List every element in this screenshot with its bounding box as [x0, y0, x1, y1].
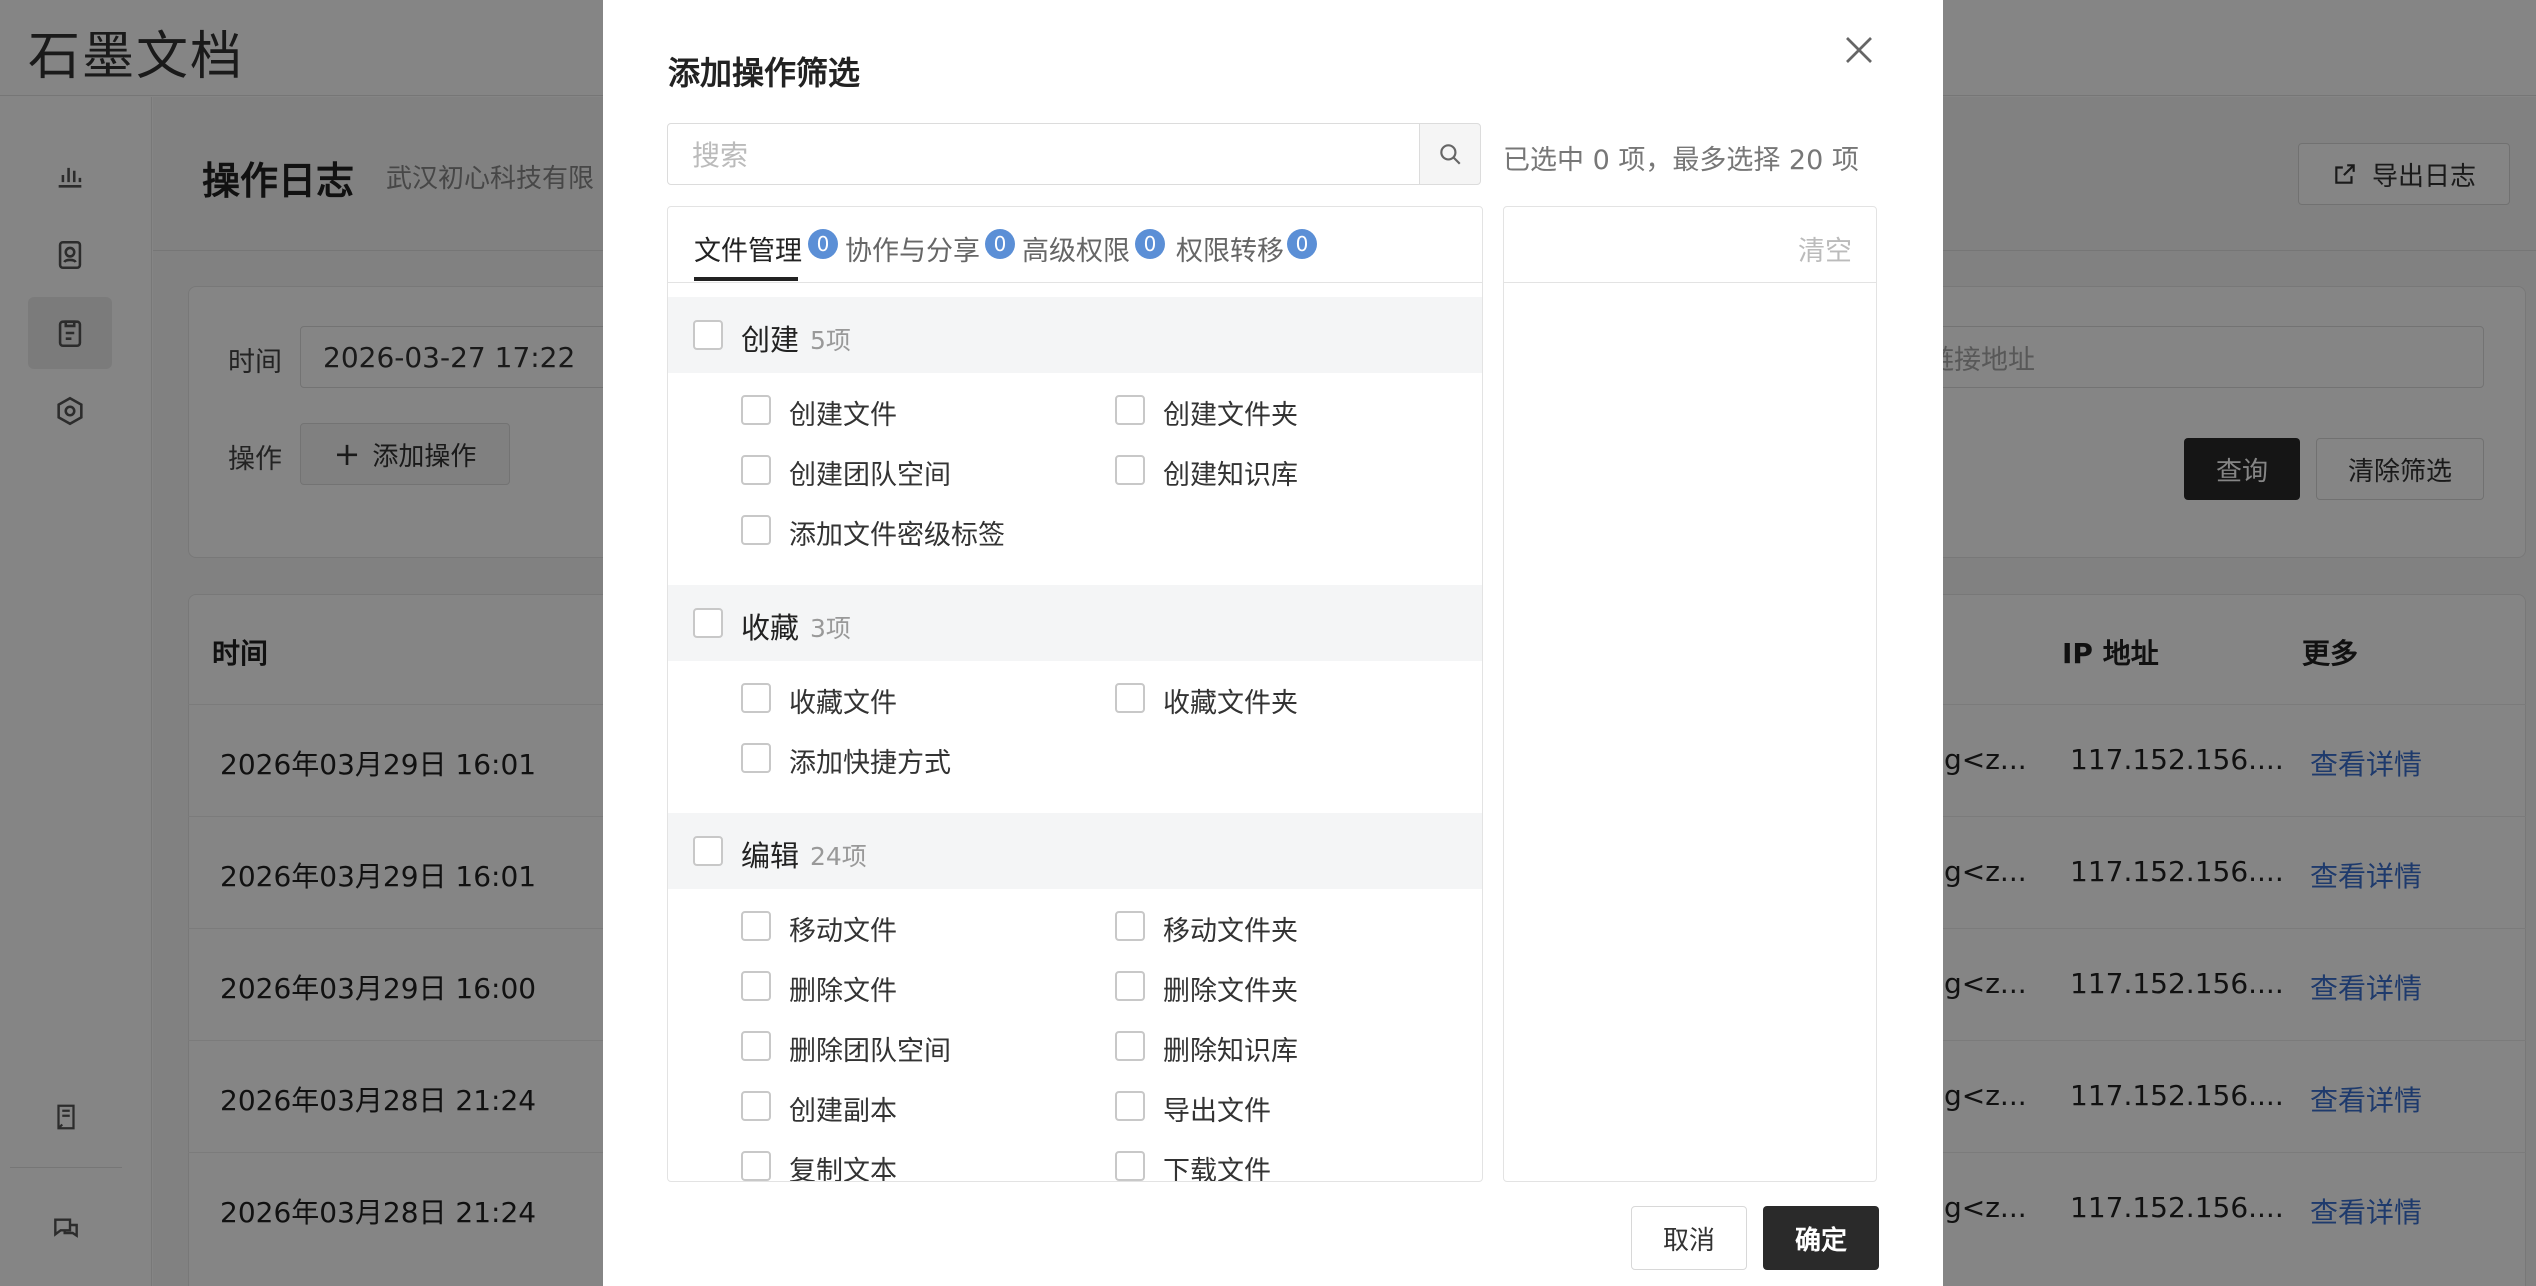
- search-button[interactable]: [1419, 123, 1481, 185]
- tab-permission-transfer[interactable]: 权限转移: [1176, 229, 1284, 268]
- item-checkbox[interactable]: [741, 1091, 771, 1121]
- item-label: 删除团队空间: [789, 1036, 951, 1067]
- item-checkbox[interactable]: [741, 1031, 771, 1061]
- selected-list-panel: 清空: [1503, 206, 1877, 1182]
- item-checkbox[interactable]: [1115, 911, 1145, 941]
- tab-count-badge: 0: [985, 229, 1015, 259]
- item-checkbox[interactable]: [1115, 455, 1145, 485]
- tab-collaboration[interactable]: 协作与分享: [845, 229, 980, 268]
- item-checkbox[interactable]: [1115, 395, 1145, 425]
- item-checkbox[interactable]: [741, 971, 771, 1001]
- tab-count-badge: 0: [808, 229, 838, 259]
- item-checkbox[interactable]: [741, 395, 771, 425]
- add-operation-filter-dialog: 添加操作筛选 搜索 已选中 0 项，最多选择 20 项 文件管理 0 协作与分享…: [603, 0, 1943, 1286]
- item-label: 移动文件夹: [1163, 916, 1298, 947]
- tab-count-badge: 0: [1135, 229, 1165, 259]
- group-name: 创建: [741, 323, 800, 357]
- group-checkbox[interactable]: [693, 836, 723, 866]
- item-checkbox[interactable]: [741, 911, 771, 941]
- group-checkbox[interactable]: [693, 608, 723, 638]
- item-checkbox[interactable]: [741, 455, 771, 485]
- item-label: 收藏文件夹: [1163, 688, 1298, 719]
- item-checkbox[interactable]: [1115, 683, 1145, 713]
- item-label: 复制文本: [789, 1156, 897, 1182]
- item-label: 删除文件: [789, 976, 897, 1007]
- confirm-button[interactable]: 确定: [1763, 1206, 1879, 1270]
- item-checkbox[interactable]: [741, 743, 771, 773]
- clear-selection-button[interactable]: 清空: [1798, 229, 1852, 268]
- item-label: 创建文件夹: [1163, 400, 1298, 431]
- item-checkbox[interactable]: [1115, 1031, 1145, 1061]
- item-label: 删除文件夹: [1163, 976, 1298, 1007]
- group-count: 3项: [810, 614, 851, 643]
- dialog-title: 添加操作筛选: [668, 54, 861, 92]
- item-label: 创建知识库: [1163, 460, 1298, 491]
- cancel-button[interactable]: 取消: [1631, 1206, 1747, 1270]
- tab-count-badge: 0: [1287, 229, 1317, 259]
- item-label: 创建团队空间: [789, 460, 951, 491]
- item-label: 创建文件: [789, 400, 897, 431]
- item-label: 导出文件: [1163, 1096, 1271, 1127]
- item-label: 创建副本: [789, 1096, 897, 1127]
- item-label: 添加文件密级标签: [789, 520, 1005, 551]
- item-checkbox[interactable]: [741, 683, 771, 713]
- group-count: 24项: [810, 842, 867, 871]
- item-checkbox[interactable]: [1115, 971, 1145, 1001]
- group-name: 收藏: [741, 611, 800, 645]
- item-label: 下载文件: [1163, 1156, 1271, 1182]
- tab-file-management[interactable]: 文件管理: [694, 229, 802, 268]
- item-label: 添加快捷方式: [789, 748, 951, 779]
- close-icon[interactable]: [1841, 32, 1877, 68]
- selection-count-hint: 已选中 0 项，最多选择 20 项: [1503, 145, 1859, 176]
- item-checkbox[interactable]: [741, 1151, 771, 1181]
- active-tab-indicator: [694, 277, 798, 281]
- item-label: 删除知识库: [1163, 1036, 1298, 1067]
- search-input[interactable]: 搜索: [667, 123, 1420, 185]
- item-checkbox[interactable]: [1115, 1091, 1145, 1121]
- group-count: 5项: [810, 326, 851, 355]
- item-checkbox[interactable]: [741, 515, 771, 545]
- search-icon: [1440, 144, 1461, 165]
- group-name: 编辑: [741, 839, 800, 873]
- selected-list-header: 清空: [1504, 207, 1876, 283]
- group-checkbox[interactable]: [693, 320, 723, 350]
- item-label: 收藏文件: [789, 688, 897, 719]
- operation-list-panel: 文件管理 0 协作与分享 0 高级权限 0 权限转移 0 创建 5项 创建文件 …: [667, 206, 1483, 1182]
- item-checkbox[interactable]: [1115, 1151, 1145, 1181]
- item-label: 移动文件: [789, 916, 897, 947]
- category-tabs: 文件管理 0 协作与分享 0 高级权限 0 权限转移 0: [668, 207, 1482, 283]
- tab-advanced-permissions[interactable]: 高级权限: [1022, 229, 1130, 268]
